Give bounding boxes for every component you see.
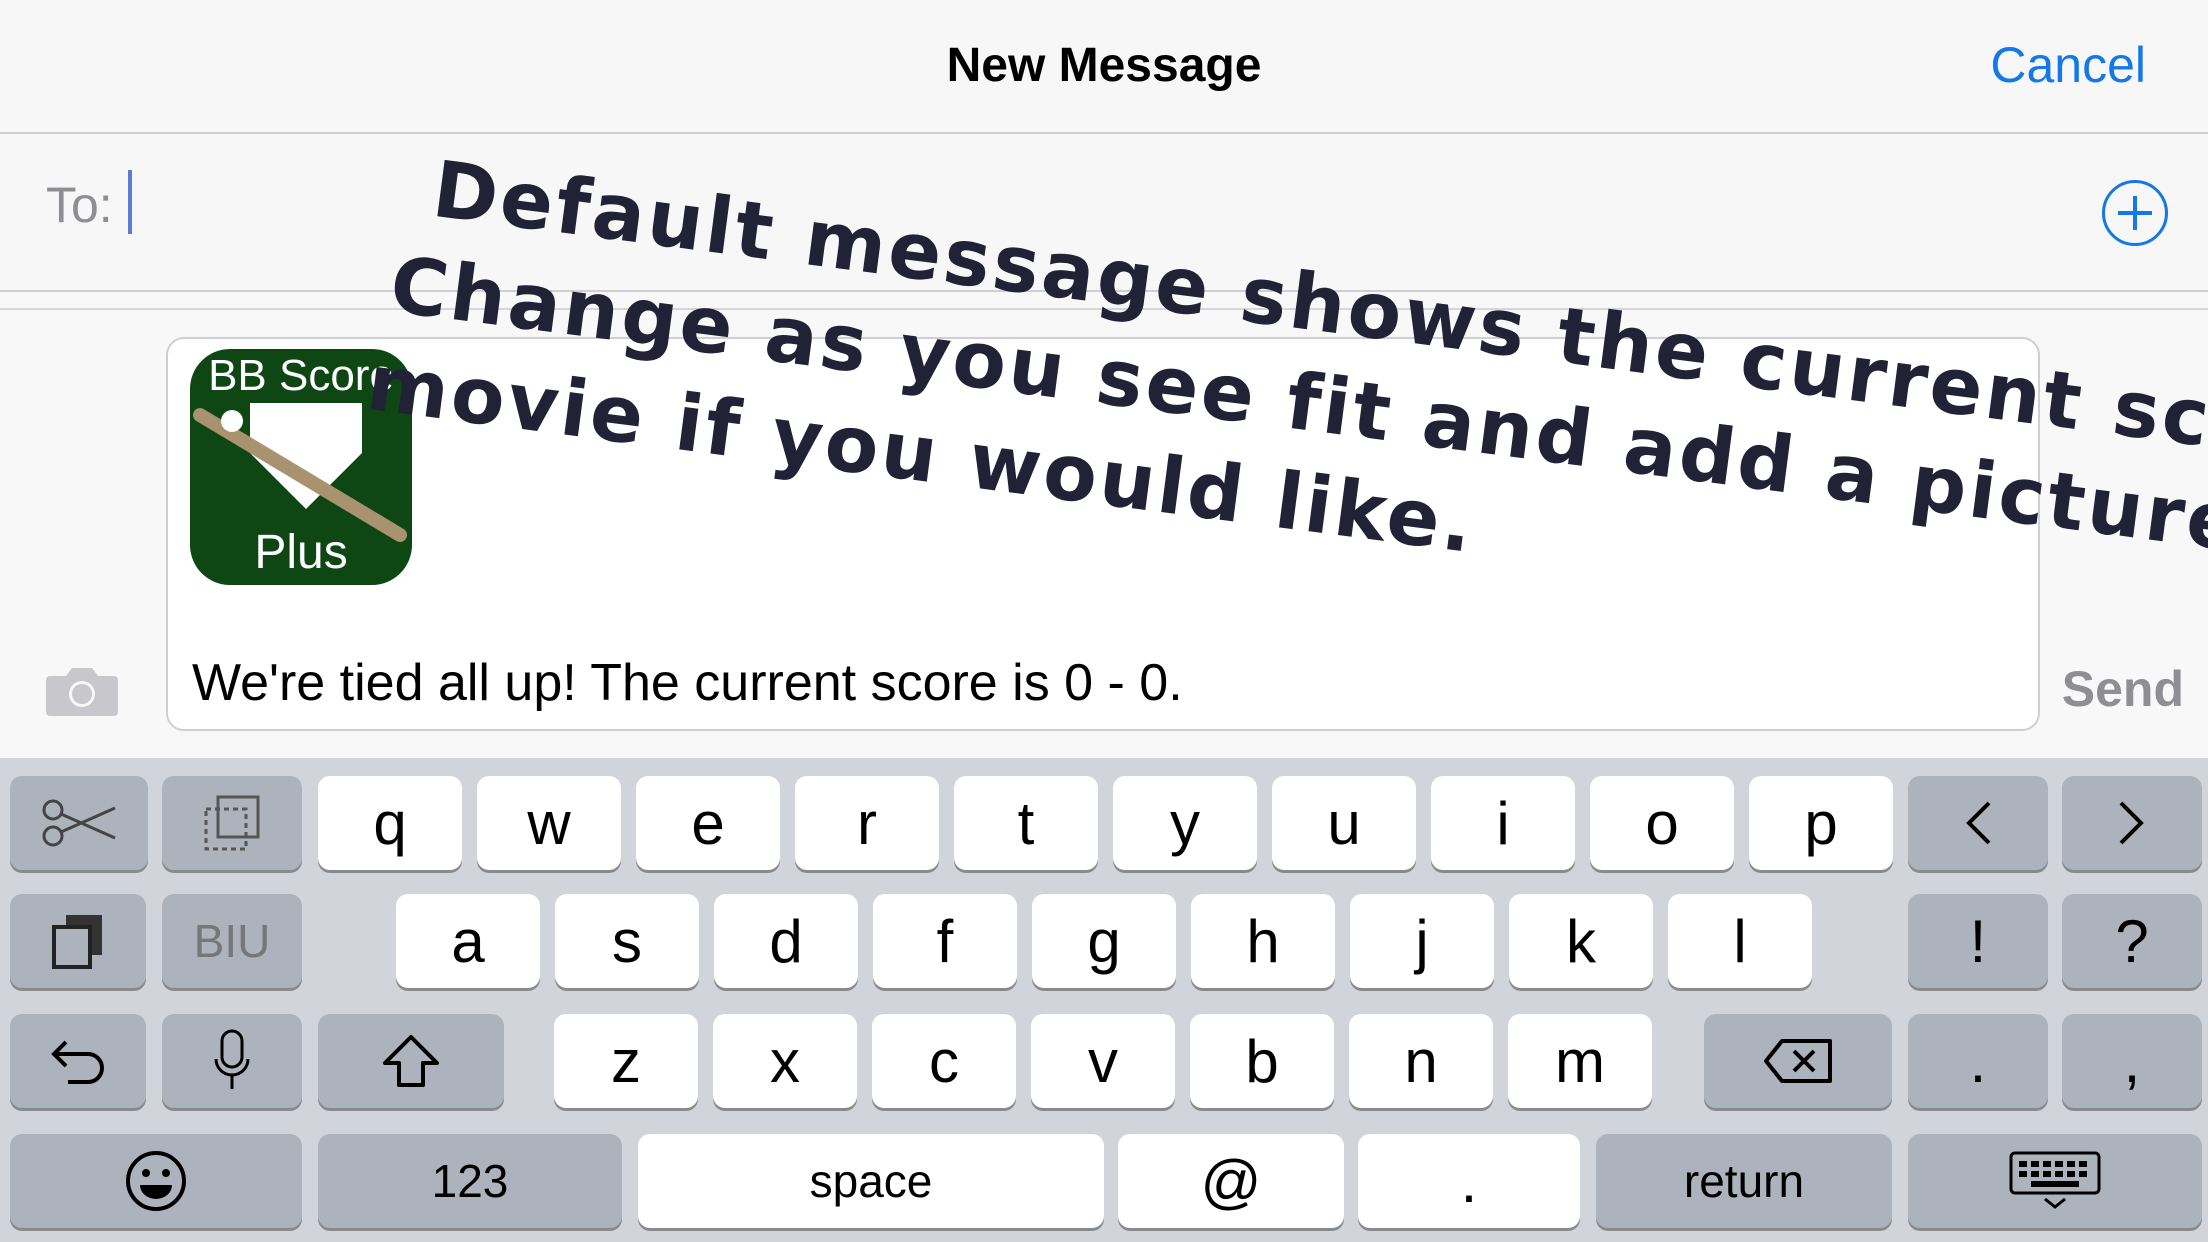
undo-key[interactable] [10, 1014, 146, 1108]
key-r[interactable]: r [795, 776, 939, 870]
key-y[interactable]: y [1113, 776, 1257, 870]
space-key[interactable]: space [638, 1134, 1104, 1228]
format-key[interactable]: BIU [162, 894, 302, 988]
copy-icon [204, 795, 260, 851]
send-button[interactable]: Send [2062, 660, 2184, 718]
key-j[interactable]: j [1350, 894, 1494, 988]
microphone-icon [214, 1029, 250, 1089]
emoji-key[interactable] [10, 1134, 302, 1228]
keyboard-dismiss-icon [2009, 1151, 2101, 1209]
cursor-right-key[interactable] [2062, 776, 2202, 870]
cursor-left-key[interactable] [1908, 776, 2048, 870]
key-m[interactable]: m [1508, 1014, 1652, 1108]
cut-key[interactable] [10, 776, 148, 870]
key-d[interactable]: d [714, 894, 858, 988]
key-s[interactable]: s [555, 894, 699, 988]
key-v[interactable]: v [1031, 1014, 1175, 1108]
dot-key[interactable]: . [1358, 1134, 1580, 1228]
key-w[interactable]: w [477, 776, 621, 870]
message-body: We're tied all up! The current score is … [192, 654, 1183, 712]
key-f[interactable]: f [873, 894, 1017, 988]
exclamation-key[interactable]: ! [1908, 894, 2048, 988]
camera-icon[interactable] [44, 664, 120, 718]
key-b[interactable]: b [1190, 1014, 1334, 1108]
key-t[interactable]: t [954, 776, 1098, 870]
paste-icon [52, 915, 102, 969]
key-x[interactable]: x [713, 1014, 857, 1108]
key-p[interactable]: p [1749, 776, 1893, 870]
cursor-right-icon [2119, 801, 2144, 845]
key-z[interactable]: z [554, 1014, 698, 1108]
app-icon-subtitle: Plus [254, 526, 348, 579]
key-n[interactable]: n [1349, 1014, 1493, 1108]
cursor-left-icon [1966, 801, 1991, 845]
cancel-button[interactable]: Cancel [1990, 36, 2146, 94]
period-key[interactable]: . [1908, 1014, 2048, 1108]
copy-key[interactable] [162, 776, 302, 870]
emoji-icon [126, 1151, 186, 1211]
recipient-input[interactable] [128, 170, 132, 234]
key-g[interactable]: g [1032, 894, 1176, 988]
dictation-key[interactable] [162, 1014, 302, 1108]
undo-icon [51, 1040, 104, 1084]
key-u[interactable]: u [1272, 776, 1416, 870]
to-label: To: [46, 177, 113, 233]
add-contact-icon[interactable] [2102, 180, 2168, 246]
key-c[interactable]: c [872, 1014, 1016, 1108]
shift-icon [383, 1035, 439, 1087]
key-l[interactable]: l [1668, 894, 1812, 988]
navigation-bar: New Message Cancel [0, 0, 2208, 134]
key-o[interactable]: o [1590, 776, 1734, 870]
question-key[interactable]: ? [2062, 894, 2202, 988]
scissors-icon [42, 799, 116, 847]
return-key[interactable]: return [1596, 1134, 1892, 1228]
keyboard: BIU ! ? . , 123 space @ . return q w e r… [0, 758, 2208, 1242]
key-e[interactable]: e [636, 776, 780, 870]
key-a[interactable]: a [396, 894, 540, 988]
key-q[interactable]: q [318, 776, 462, 870]
comma-key[interactable]: , [2062, 1014, 2202, 1108]
paste-key[interactable] [10, 894, 146, 988]
shift-key[interactable] [318, 1014, 504, 1108]
delete-key[interactable] [1704, 1014, 1892, 1108]
key-h[interactable]: h [1191, 894, 1335, 988]
at-key[interactable]: @ [1118, 1134, 1344, 1228]
page-title: New Message [946, 39, 1262, 92]
numbers-key[interactable]: 123 [318, 1134, 622, 1228]
delete-icon [1764, 1039, 1832, 1083]
key-k[interactable]: k [1509, 894, 1653, 988]
key-i[interactable]: i [1431, 776, 1575, 870]
dismiss-keyboard-key[interactable] [1908, 1134, 2202, 1228]
